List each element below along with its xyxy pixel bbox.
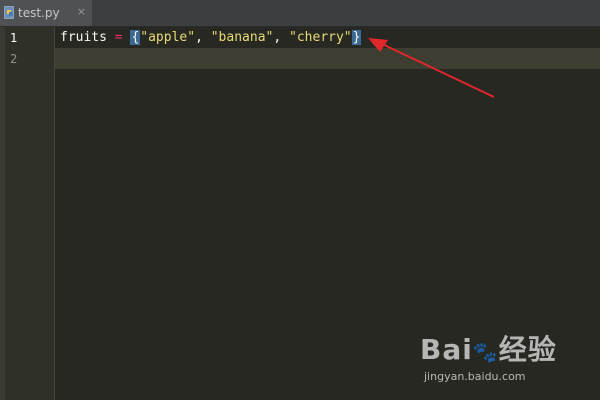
editor-tab-bar: test.py ×	[0, 0, 600, 27]
current-line-highlight	[55, 48, 600, 69]
close-tab-icon[interactable]: ×	[77, 5, 86, 18]
tab-test-py[interactable]: test.py ×	[0, 0, 92, 26]
code-token-punctuation: ,	[195, 30, 211, 45]
line-number: 1	[10, 31, 18, 45]
watermark-url: jingyan.baidu.com	[424, 370, 526, 383]
code-token-string: "banana"	[210, 30, 274, 45]
watermark-brand: Bai🐾经验	[420, 333, 557, 366]
code-token-punctuation: ,	[273, 30, 290, 45]
baidu-jingyan-watermark: Bai🐾经验 jingyan.baidu.com	[420, 328, 570, 388]
code-line[interactable]: fruits = {"apple", "banana", "cherry"}	[60, 30, 362, 46]
python-file-icon	[4, 6, 14, 19]
annotation-arrow-icon	[368, 38, 495, 98]
code-token-string: "cherry"	[289, 30, 352, 45]
line-number: 2	[10, 52, 18, 66]
paw-icon: 🐾	[472, 340, 499, 364]
open-brace-highlighted: {	[130, 30, 141, 45]
gutter-stripe	[0, 27, 5, 400]
line-number-gutter	[0, 27, 55, 400]
code-token-operator: =	[114, 30, 123, 45]
tab-label: test.py	[18, 6, 60, 20]
code-token-identifier: fruits	[60, 30, 107, 45]
code-token-string: "apple"	[140, 30, 196, 45]
